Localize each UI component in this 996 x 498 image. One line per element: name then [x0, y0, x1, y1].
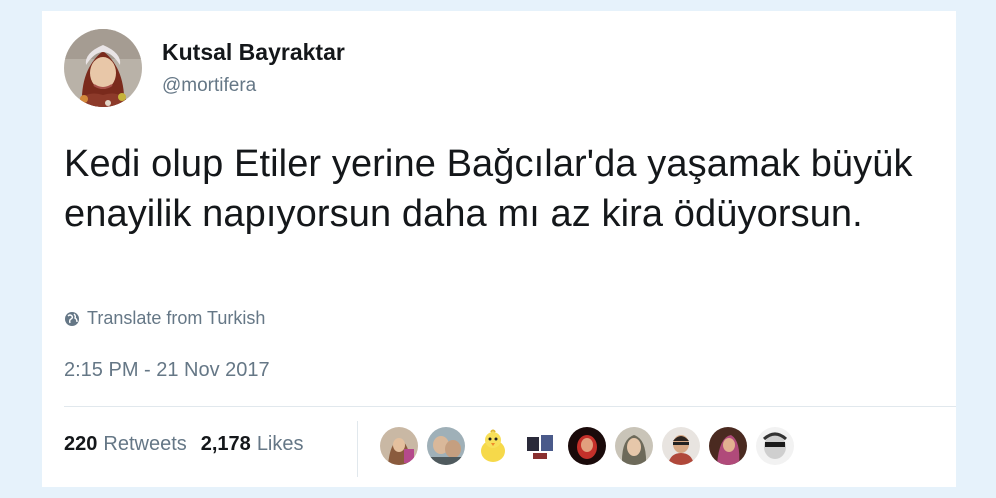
liker-avatar-9[interactable]	[756, 427, 794, 465]
liker-avatar-7[interactable]	[662, 427, 700, 465]
globe-icon	[65, 311, 79, 326]
liker-avatar-4-icon	[521, 427, 559, 465]
liker-avatars	[380, 427, 794, 465]
liker-avatar-9-icon	[756, 427, 794, 465]
retweets-count: 220	[64, 433, 98, 455]
stats-separator	[357, 421, 358, 477]
liker-avatar-3-chick[interactable]	[474, 427, 512, 465]
liker-avatar-2[interactable]	[427, 427, 465, 465]
author-name[interactable]: Kutsal Bayraktar	[162, 39, 345, 66]
author-avatar[interactable]	[64, 29, 142, 107]
author-handle[interactable]: @mortifera	[162, 75, 256, 97]
chick-icon	[474, 427, 512, 465]
liker-avatar-6[interactable]	[615, 427, 653, 465]
liker-avatar-7-icon	[662, 427, 700, 465]
tweet-text: Kedi olup Etiler yerine Bağcılar'da yaşa…	[64, 143, 913, 235]
tweet-stats: 220 Retweets 2,178 Likes	[64, 433, 318, 456]
retweets-label: Retweets	[103, 433, 187, 455]
divider	[64, 406, 956, 407]
liker-avatar-6-icon	[615, 427, 653, 465]
translate-link[interactable]: Translate from Turkish	[64, 308, 265, 329]
likes-count: 2,178	[200, 433, 251, 455]
liker-avatar-5[interactable]	[568, 427, 606, 465]
author-photo-icon	[64, 29, 142, 107]
tweet-timestamp[interactable]: 2:15 PM - 21 Nov 2017	[64, 359, 270, 382]
retweets-stat[interactable]: 220 Retweets	[64, 433, 187, 456]
likes-stat[interactable]: 2,178 Likes	[201, 433, 304, 456]
liker-avatar-5-icon	[568, 427, 606, 465]
liker-avatar-1-icon	[380, 427, 418, 465]
liker-avatar-1[interactable]	[380, 427, 418, 465]
likes-label: Likes	[256, 433, 304, 455]
translate-label: Translate from Turkish	[87, 308, 266, 328]
tweet-card: Kutsal Bayraktar @mortifera Kedi olup Et…	[42, 11, 956, 487]
liker-avatar-8[interactable]	[709, 427, 747, 465]
liker-avatar-4[interactable]	[521, 427, 559, 465]
liker-avatar-8-icon	[709, 427, 747, 465]
liker-avatar-2-icon	[427, 427, 465, 465]
